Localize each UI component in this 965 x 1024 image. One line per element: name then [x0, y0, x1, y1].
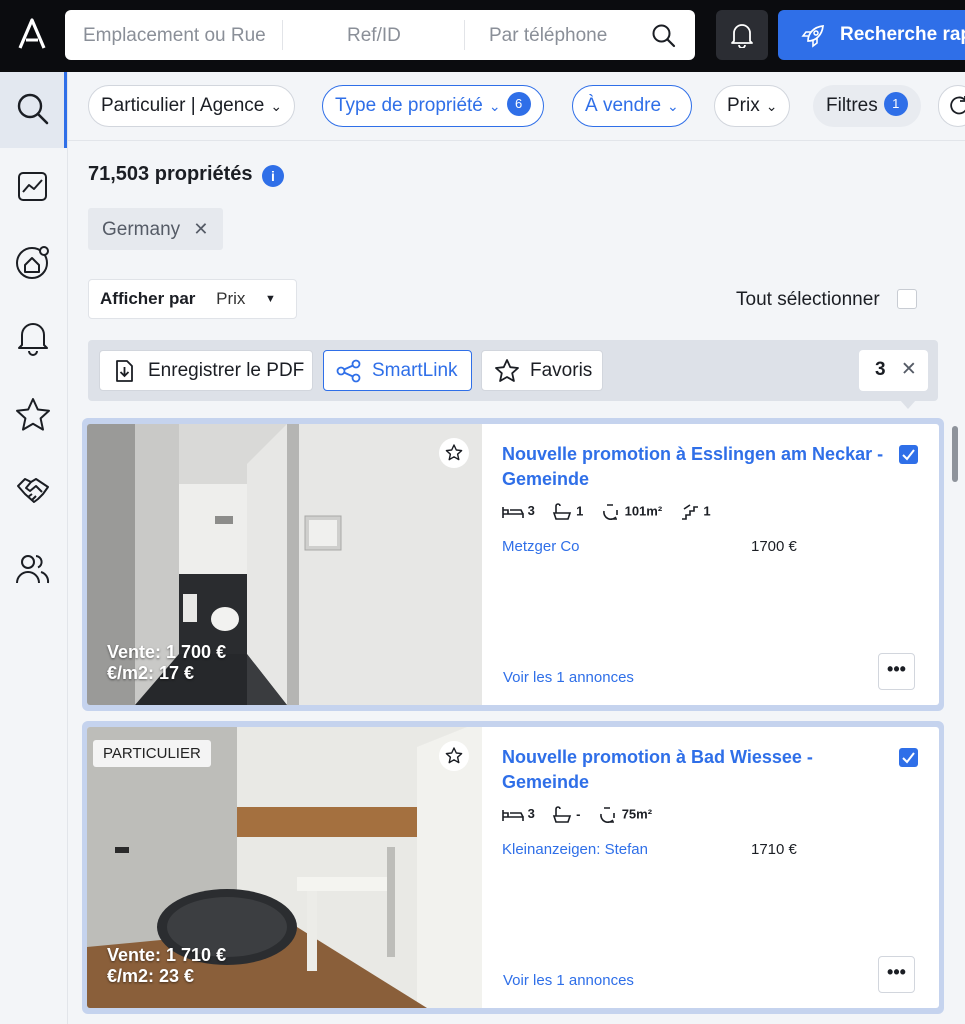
- beds-feature: 3: [502, 806, 535, 822]
- baths-feature: 1: [552, 503, 583, 521]
- handshake-icon[interactable]: [14, 472, 52, 510]
- listing-title[interactable]: Nouvelle promotion à Esslingen am Neckar…: [502, 442, 897, 492]
- seller-type-tag: PARTICULIER: [93, 740, 211, 767]
- bell-icon[interactable]: [14, 318, 52, 356]
- star-icon: [495, 359, 519, 382]
- select-all-checkbox[interactable]: [897, 289, 917, 309]
- property-type-count-badge: 6: [506, 91, 531, 116]
- location-tag: Germany ✕: [88, 208, 223, 250]
- search-bar: Emplacement ou Rue Ref/ID Par téléphone: [65, 10, 695, 60]
- quick-search-label: Recherche rapide: [840, 24, 965, 45]
- beds-feature: 3: [502, 503, 535, 519]
- star-icon[interactable]: [14, 396, 52, 434]
- rocket-icon: [801, 25, 824, 48]
- save-pdf-button[interactable]: Enregistrer le PDF: [99, 350, 313, 391]
- listing-title[interactable]: Nouvelle promotion à Bad Wiessee - Gemei…: [502, 745, 897, 795]
- sidebar: [0, 72, 68, 1024]
- area-feature: 101m²: [601, 502, 662, 522]
- area-feature: 75m²: [598, 805, 652, 825]
- search-icon[interactable]: [651, 23, 677, 49]
- area-icon: [600, 807, 615, 824]
- reset-filters-button[interactable]: [938, 85, 965, 127]
- listing-features: 3 1 101m² 1: [502, 502, 725, 522]
- smartlink-button[interactable]: SmartLink: [323, 350, 472, 391]
- seller-type-filter[interactable]: Particulier | Agence ⌄: [88, 85, 296, 127]
- quick-search-button[interactable]: Recherche rapide: [778, 10, 965, 60]
- baths-feature: -: [552, 806, 580, 824]
- users-icon[interactable]: [14, 550, 52, 588]
- search-icon: [17, 93, 49, 125]
- select-all-label: Tout sélectionner: [736, 289, 880, 310]
- listing-agent[interactable]: Kleinanzeigen: Stefan: [502, 841, 648, 858]
- floors-feature: 1: [680, 503, 711, 521]
- bed-icon: [502, 507, 524, 518]
- filter-bar: Particulier | Agence ⌄ Type de propriété ⌄…: [68, 72, 965, 141]
- area-icon: [603, 504, 618, 521]
- listing-price: 1710 €: [751, 841, 797, 858]
- listing-card[interactable]: PARTICULIER Vente: 1 710 € €/m2: 23 € No…: [82, 721, 944, 1014]
- logo-icon[interactable]: [14, 16, 50, 52]
- stairs-icon: [681, 504, 698, 520]
- sort-select[interactable]: Afficher par Prix ▼: [88, 279, 297, 319]
- refresh-icon: [950, 96, 965, 115]
- action-bar-pointer: [900, 400, 916, 409]
- check-icon: [902, 449, 915, 461]
- share-icon: [336, 359, 361, 383]
- location-search-input[interactable]: Emplacement ou Rue: [83, 10, 266, 60]
- star-icon: [445, 747, 463, 764]
- price-per-sqm-overlay: €/m2: 17 €: [107, 663, 195, 683]
- phone-search-input[interactable]: Par téléphone: [489, 10, 607, 60]
- scrollbar-thumb[interactable]: [952, 426, 958, 482]
- price-per-sqm-overlay: €/m2: 23 €: [107, 966, 195, 986]
- filter-count-badge: 1: [883, 91, 908, 116]
- listing-features: 3 - 75m²: [502, 805, 666, 825]
- more-options-button[interactable]: •••: [878, 956, 915, 993]
- listing-card[interactable]: Vente: 1 700 € €/m2: 17 € Nouvelle promo…: [82, 418, 944, 711]
- transaction-filter[interactable]: À vendre ⌄: [572, 85, 692, 127]
- chevron-down-icon: ⌄: [270, 98, 283, 114]
- info-icon[interactable]: i: [262, 165, 284, 187]
- notifications-button[interactable]: [716, 10, 768, 60]
- sidebar-item-search[interactable]: [0, 72, 67, 148]
- bathtub-icon: [553, 503, 572, 520]
- close-icon[interactable]: ✕: [193, 219, 208, 239]
- selection-count: 3 ✕: [859, 350, 928, 391]
- caret-down-icon: ▼: [265, 293, 276, 305]
- home-target-icon[interactable]: [14, 243, 52, 281]
- ref-id-search-input[interactable]: Ref/ID: [347, 10, 401, 60]
- property-type-filter[interactable]: Type de propriété ⌄ 6: [322, 85, 544, 127]
- price-filter[interactable]: Prix ⌄: [714, 85, 791, 127]
- listing-checkbox[interactable]: [899, 445, 918, 464]
- listing-photo[interactable]: PARTICULIER Vente: 1 710 € €/m2: 23 €: [87, 727, 482, 1008]
- more-options-button[interactable]: •••: [878, 653, 915, 690]
- listing-checkbox[interactable]: [899, 748, 918, 767]
- bell-icon: [731, 24, 753, 48]
- listing-agent[interactable]: Metzger Co: [502, 538, 580, 555]
- chart-icon[interactable]: [14, 168, 52, 206]
- see-all-listings-link[interactable]: Voir les 1 annonces: [503, 972, 634, 989]
- see-all-listings-link[interactable]: Voir les 1 annonces: [503, 669, 634, 686]
- chevron-down-icon: ⌄: [488, 98, 501, 114]
- favorite-button[interactable]: [439, 741, 469, 771]
- chevron-down-icon: ⌄: [667, 98, 679, 114]
- listing-photo[interactable]: Vente: 1 700 € €/m2: 17 €: [87, 424, 482, 705]
- results-count: 71,503 propriétés: [88, 163, 253, 185]
- chevron-down-icon: ⌄: [765, 98, 778, 114]
- check-icon: [902, 752, 915, 764]
- listing-price: 1700 €: [751, 538, 797, 555]
- sale-price-overlay: Vente: 1 710 €: [107, 945, 227, 965]
- download-document-icon: [116, 360, 133, 382]
- star-icon: [445, 444, 463, 461]
- sale-price-overlay: Vente: 1 700 €: [107, 642, 227, 662]
- clear-selection-icon[interactable]: ✕: [901, 359, 917, 380]
- more-filters-button[interactable]: Filtres 1: [813, 85, 921, 127]
- bed-icon: [502, 810, 524, 821]
- selection-action-bar: Enregistrer le PDF SmartLink Favoris 3 ✕: [88, 340, 938, 401]
- bathtub-icon: [553, 806, 572, 823]
- favorite-button[interactable]: [439, 438, 469, 468]
- favorites-button[interactable]: Favoris: [481, 350, 603, 391]
